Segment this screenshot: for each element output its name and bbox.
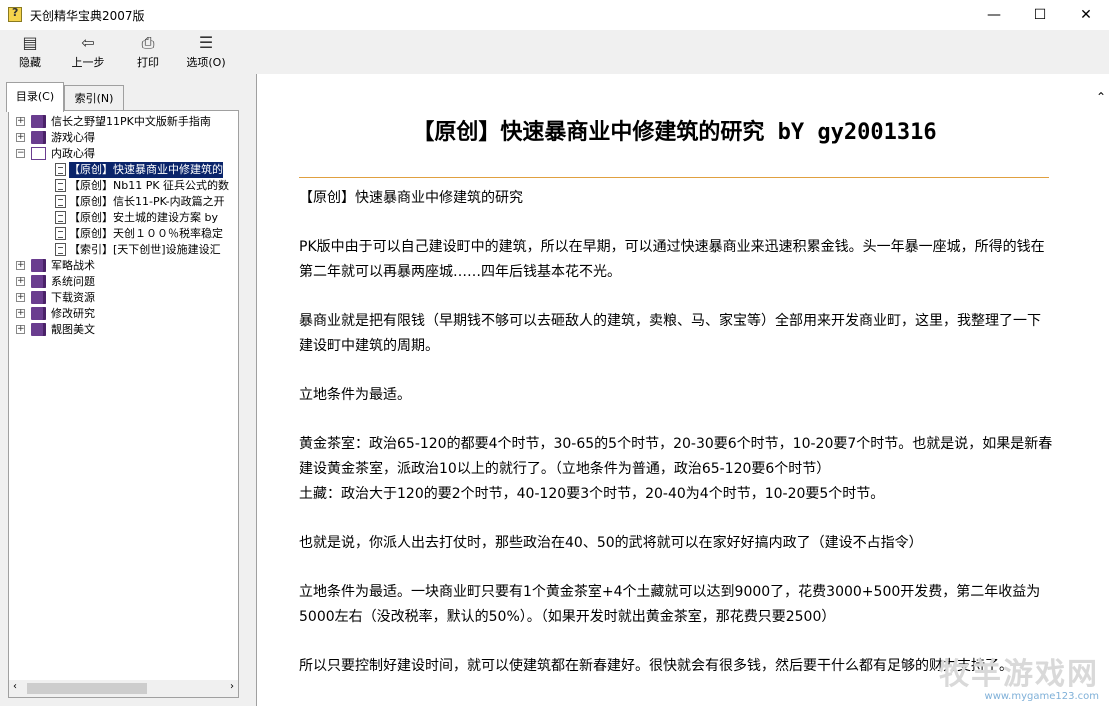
options-label: 选项(O) (186, 56, 226, 69)
book-icon (31, 307, 46, 320)
article-paragraph: 立地条件为最适。一块商业町只要有1个黄金茶室+4个土藏就可以达到9000了，花费… (299, 584, 1041, 625)
article-title: 【原创】快速暴商业中修建筑的研究 bY gy2001316 (412, 120, 937, 145)
print-icon: ⎙ (141, 33, 155, 52)
back-label: 上一步 (71, 56, 105, 69)
close-button[interactable]: ✕ (1063, 0, 1109, 30)
tree-item-label: 靓图美文 (51, 323, 95, 336)
expand-icon[interactable]: + (16, 277, 25, 286)
expand-icon[interactable]: + (16, 325, 25, 334)
minimize-button[interactable]: — (971, 0, 1017, 30)
page-icon (55, 179, 66, 192)
content-pane: 【原创】快速暴商业中修建筑的研究 bY gy2001316 【原创】快速暴商业中… (256, 74, 1109, 706)
tree-item-label: 军略战术 (51, 259, 95, 272)
options-icon: ☰ (198, 33, 214, 52)
page-icon (55, 227, 66, 240)
watermark-text: 牧羊游戏网 (939, 657, 1099, 692)
tab-contents[interactable]: 目录(C) (6, 82, 64, 112)
page-icon (55, 163, 66, 176)
scroll-up-icon[interactable]: ⌃ (1096, 90, 1106, 104)
watermark-url: www.mygame123.com (984, 691, 1099, 702)
page-icon (55, 211, 66, 224)
page-icon (55, 195, 66, 208)
tree-item-label: 【原创】信长11-PK-内政篇之开 (69, 195, 225, 208)
scroll-right-icon[interactable]: › (230, 681, 234, 692)
tree-item-label: 【原创】安土城的建设方案 by (69, 211, 218, 224)
title-bar: 天创精华宝典2007版 — ☐ ✕ (0, 0, 1109, 30)
book-icon (31, 291, 46, 304)
book-icon (31, 323, 46, 336)
vertical-scrollbar[interactable]: ⌃ (1092, 74, 1109, 706)
article-paragraph: 也就是说，你派人出去打仗时，那些政治在40、50的武将就可以在家好好搞内政了（建… (299, 535, 923, 551)
options-button[interactable]: ☰ 选项(O) (178, 32, 234, 72)
tree-item-label: 修改研究 (51, 307, 95, 320)
expand-icon[interactable]: + (16, 261, 25, 270)
book-icon (31, 131, 46, 144)
watermark: 牧羊游戏网 www.mygame123.com (939, 657, 1099, 703)
tree-item-label: 游戏心得 (51, 131, 95, 144)
scroll-thumb[interactable] (27, 683, 147, 694)
expand-icon[interactable]: + (16, 117, 25, 126)
hide-button[interactable]: ▤ 隐藏 (2, 32, 58, 72)
window-title: 天创精华宝典2007版 (30, 9, 145, 23)
article-paragraph: 暴商业就是把有限钱（早期钱不够可以去砸敌人的建筑，卖粮、马、家宝等）全部用来开发… (299, 313, 1041, 354)
tree-item-label: 【原创】天创１００％税率稳定 (69, 227, 223, 240)
navigation-pane: 目录(C) 索引(N) ‹ › + 信长之野望11PK中文版新手指南 + 游戏心得 − 内… (0, 74, 247, 706)
hide-icon: ▤ (22, 33, 38, 52)
print-label: 打印 (137, 56, 159, 69)
back-icon: ⇦ (81, 33, 95, 52)
horizontal-scrollbar[interactable]: ‹ › (9, 680, 238, 697)
open-book-icon (31, 147, 46, 160)
page-icon (55, 243, 66, 256)
tree-item-label: 下载资源 (51, 291, 95, 304)
book-icon (31, 115, 46, 128)
expand-icon[interactable]: + (16, 293, 25, 302)
article-body: 【原创】快速暴商业中修建筑的研究 PK版中由于可以自己建设町中的建筑，所以在早期，… (299, 186, 1054, 703)
tree-item-label: 内政心得 (51, 147, 95, 160)
app-icon (8, 6, 22, 22)
tree-item-label: 系统问题 (51, 275, 95, 288)
book-icon (31, 259, 46, 272)
maximize-button[interactable]: ☐ (1017, 0, 1063, 30)
toolbar: ▤ 隐藏 ⇦ 上一步 ⎙ 打印 ☰ 选项(O) (0, 30, 1109, 74)
hide-label: 隐藏 (19, 56, 41, 69)
title-divider (299, 177, 1049, 178)
tree-item-label: 【原创】快速暴商业中修建筑的 (69, 162, 223, 178)
article-paragraph: 立地条件为最适。 (299, 387, 411, 403)
contents-tree: ‹ › + 信长之野望11PK中文版新手指南 + 游戏心得 − 内政心得【原创】快速暴商业… (8, 110, 239, 698)
article-paragraph: PK版中由于可以自己建设町中的建筑，所以在早期，可以通过快速暴商业来迅速积累金钱… (299, 239, 1045, 280)
tree-item-label: 【原创】Nb11 PK 征兵公式的数 (69, 179, 230, 192)
book-icon (31, 275, 46, 288)
article-paragraph: 【原创】快速暴商业中修建筑的研究 (299, 190, 523, 206)
tree-item-label: 【索引】[天下创世]设施建设汇 (69, 243, 221, 256)
scroll-left-icon[interactable]: ‹ (13, 681, 17, 692)
tree-item-label: 信长之野望11PK中文版新手指南 (51, 115, 211, 128)
back-button[interactable]: ⇦ 上一步 (60, 32, 116, 72)
article-paragraph: 黄金茶室：政治65-120的都要4个时节，30-65的5个时节，20-30要6个… (299, 436, 1053, 502)
expand-icon[interactable]: + (16, 133, 25, 142)
print-button[interactable]: ⎙ 打印 (120, 32, 176, 72)
collapse-icon[interactable]: − (16, 149, 25, 158)
tab-index[interactable]: 索引(N) (64, 85, 124, 110)
expand-icon[interactable]: + (16, 309, 25, 318)
pane-splitter[interactable] (247, 74, 256, 706)
